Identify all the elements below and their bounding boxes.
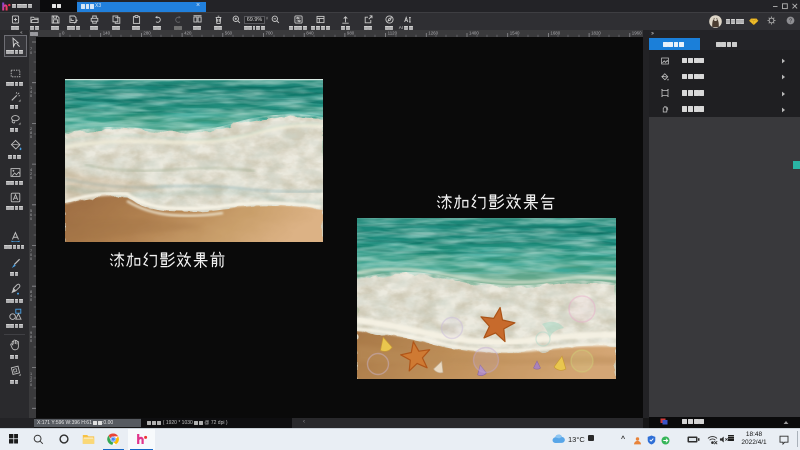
svg-text:420: 420 [184, 31, 192, 36]
svg-text:1120: 1120 [388, 31, 398, 36]
svg-text:420: 420 [30, 168, 32, 180]
svg-text:560: 560 [30, 209, 32, 221]
svg-text:140: 140 [103, 31, 111, 36]
svg-text:1680: 1680 [550, 31, 560, 36]
svg-text:?: ? [789, 19, 792, 25]
svg-text:280: 280 [143, 31, 151, 36]
svg-text:1540: 1540 [510, 31, 520, 36]
svg-text:560: 560 [225, 31, 233, 36]
svg-text:280: 280 [30, 127, 32, 139]
svg-text:980: 980 [347, 31, 355, 36]
svg-text:0: 0 [62, 31, 65, 36]
svg-text:70: 70 [30, 47, 32, 55]
svg-text:1960: 1960 [632, 31, 642, 36]
svg-text:1120: 1120 [30, 372, 32, 387]
svg-text:1400: 1400 [469, 31, 479, 36]
svg-text:1820: 1820 [591, 31, 601, 36]
svg-text:840: 840 [30, 290, 32, 302]
svg-text:700: 700 [266, 31, 274, 36]
svg-text:840: 840 [306, 31, 314, 36]
svg-text:980: 980 [30, 331, 32, 343]
svg-text:700: 700 [30, 249, 32, 261]
svg-text:140: 140 [30, 86, 32, 98]
svg-text:1260: 1260 [428, 31, 438, 36]
